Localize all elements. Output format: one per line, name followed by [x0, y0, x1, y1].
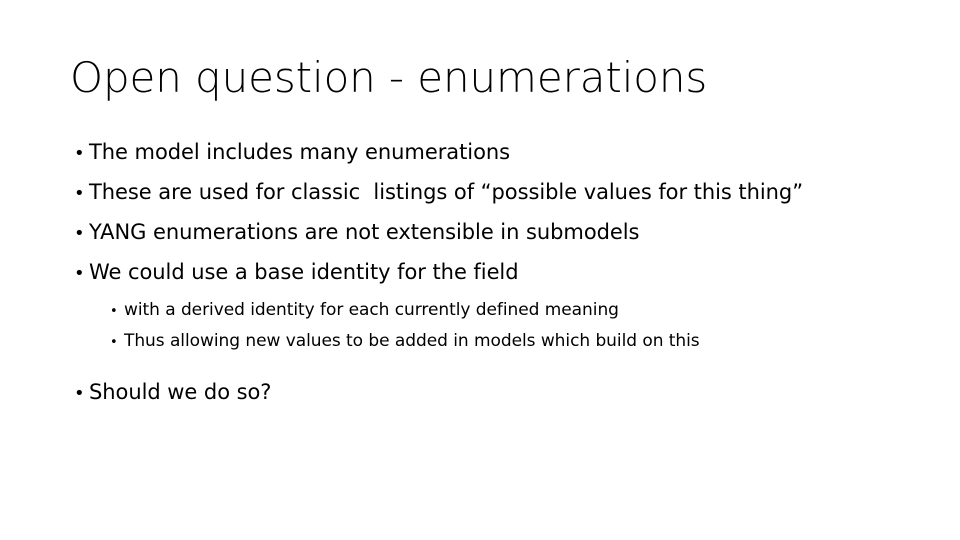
sub-list-item-label: Thus allowing new values to be added in …: [124, 331, 700, 351]
bullet-list: • The model includes many enumerations •…: [68, 142, 928, 422]
slide-canvas: Open question - enumerations • The model…: [0, 0, 960, 540]
list-item-label: These are used for classic listings of “…: [89, 180, 804, 204]
list-item-label: We could use a base identity for the fie…: [89, 260, 519, 284]
bullet-icon: •: [110, 335, 118, 350]
list-item: • YANG enumerations are not extensible i…: [68, 222, 928, 262]
bullet-icon: •: [74, 143, 85, 164]
sub-list-item: • Thus allowing new values to be added i…: [68, 333, 928, 364]
list-item-label: The model includes many enumerations: [89, 140, 511, 164]
page-title: Open question - enumerations: [70, 53, 708, 102]
list-item-label: YANG enumerations are not extensible in …: [89, 220, 640, 244]
list-item: • The model includes many enumerations: [68, 142, 928, 182]
list-item: • We could use a base identity for the f…: [68, 262, 928, 302]
bullet-icon: •: [74, 263, 85, 284]
bullet-icon: •: [74, 183, 85, 204]
sub-list-item-label: with a derived identity for each current…: [124, 300, 619, 320]
bullet-icon: •: [110, 304, 118, 319]
bullet-icon: •: [74, 223, 85, 244]
list-item: • These are used for classic listings of…: [68, 182, 928, 222]
bullet-icon: •: [74, 383, 85, 404]
sub-list-item: • with a derived identity for each curre…: [68, 302, 928, 333]
list-item-label: Should we do so?: [89, 380, 272, 404]
list-item: • Should we do so?: [68, 382, 928, 422]
